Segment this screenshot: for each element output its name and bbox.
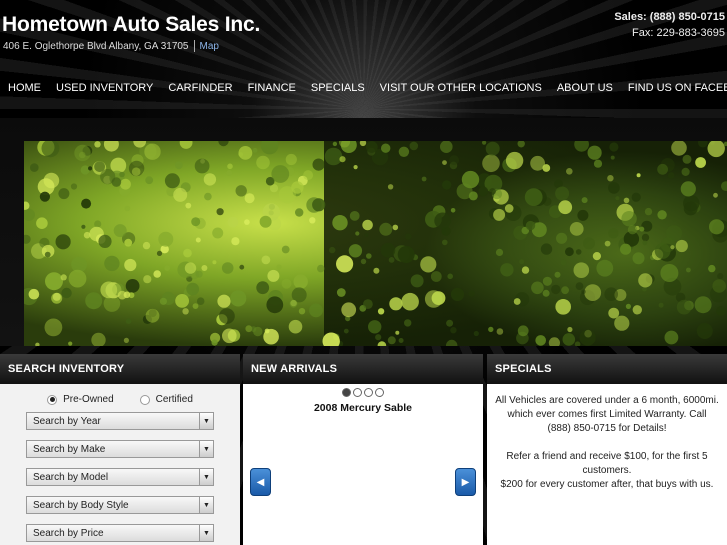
make-select-label: Search by Make [33, 444, 106, 455]
make-select[interactable]: Search by Make ▼ [26, 440, 214, 458]
condition-radio-group: Pre-Owned Certified [0, 394, 240, 405]
carousel-dot[interactable] [375, 388, 384, 397]
preowned-radio[interactable] [47, 394, 58, 405]
vehicle-title[interactable]: 2008 Mercury Sable [243, 402, 483, 414]
address-line: 406 E. Oglethorpe Blvd Albany, GA 31705 … [3, 40, 219, 52]
triangle-down-icon: ▼ [199, 525, 213, 541]
foliage-image [24, 141, 727, 346]
nav-about-us[interactable]: ABOUT US [549, 82, 620, 94]
carousel-dot[interactable] [342, 388, 351, 397]
sales-phone: Sales: (888) 850-0715 [614, 11, 725, 23]
specials-panel-title: SPECIALS [487, 354, 727, 384]
chevron-right-icon: ▶ [461, 476, 470, 488]
main-nav: HOME USED INVENTORY CARFINDER FINANCE SP… [0, 76, 727, 100]
next-button[interactable]: ▶ [455, 468, 476, 496]
nav-specials[interactable]: SPECIALS [303, 82, 372, 94]
price-select[interactable]: Search by Price ▼ [26, 524, 214, 542]
banner-image [24, 141, 727, 346]
nav-finance[interactable]: FINANCE [240, 82, 303, 94]
model-select-label: Search by Model [33, 472, 109, 483]
triangle-down-icon: ▼ [199, 441, 213, 457]
chevron-left-icon: ◀ [256, 476, 265, 488]
preowned-label: Pre-Owned [63, 394, 114, 405]
arrivals-panel-title: NEW ARRIVALS [243, 354, 483, 384]
referral-text: Refer a friend and receive $100, for the… [506, 451, 708, 476]
site-header: Hometown Auto Sales Inc. 406 E. Oglethor… [0, 0, 727, 70]
map-link[interactable]: Map [200, 41, 219, 52]
carousel-dot[interactable] [353, 388, 362, 397]
search-panel-title: SEARCH INVENTORY [0, 354, 240, 384]
divider [193, 40, 195, 52]
nav-carfinder[interactable]: CARFINDER [161, 82, 240, 94]
certified-label: Certified [155, 394, 193, 405]
triangle-down-icon: ▼ [199, 413, 213, 429]
new-arrivals-panel: NEW ARRIVALS 2008 Mercury Sable ◀ ▶ [243, 354, 483, 545]
nav-home[interactable]: HOME [0, 82, 49, 94]
nav-used-inventory[interactable]: USED INVENTORY [49, 82, 161, 94]
year-select[interactable]: Search by Year ▼ [26, 412, 214, 430]
triangle-down-icon: ▼ [199, 469, 213, 485]
address-text: 406 E. Oglethorpe Blvd Albany, GA 31705 [3, 40, 189, 52]
search-inventory-panel: SEARCH INVENTORY Pre-Owned Certified Sea… [0, 354, 240, 545]
warranty-text: All Vehicles are covered under a 6 month… [495, 395, 719, 434]
triangle-down-icon: ▼ [199, 497, 213, 513]
body-style-select[interactable]: Search by Body Style ▼ [26, 496, 214, 514]
body-style-select-label: Search by Body Style [33, 500, 129, 511]
referral-bonus-text: $200 for every customer after, that buys… [500, 479, 714, 490]
site-title[interactable]: Hometown Auto Sales Inc. [2, 13, 260, 37]
previous-button[interactable]: ◀ [250, 468, 271, 496]
year-select-label: Search by Year [33, 416, 101, 427]
model-select[interactable]: Search by Model ▼ [26, 468, 214, 486]
fax-number: Fax: 229-883-3695 [632, 27, 725, 39]
nav-facebook[interactable]: FIND US ON FACEBOOK [620, 82, 727, 94]
certified-radio[interactable] [139, 394, 150, 405]
price-select-label: Search by Price [33, 528, 104, 539]
carousel-dot[interactable] [364, 388, 373, 397]
nav-other-locations[interactable]: VISIT OUR OTHER LOCATIONS [372, 82, 549, 94]
carousel-dots [243, 388, 483, 397]
specials-content: All Vehicles are covered under a 6 month… [487, 384, 727, 492]
specials-panel: SPECIALS All Vehicles are covered under … [487, 354, 727, 545]
